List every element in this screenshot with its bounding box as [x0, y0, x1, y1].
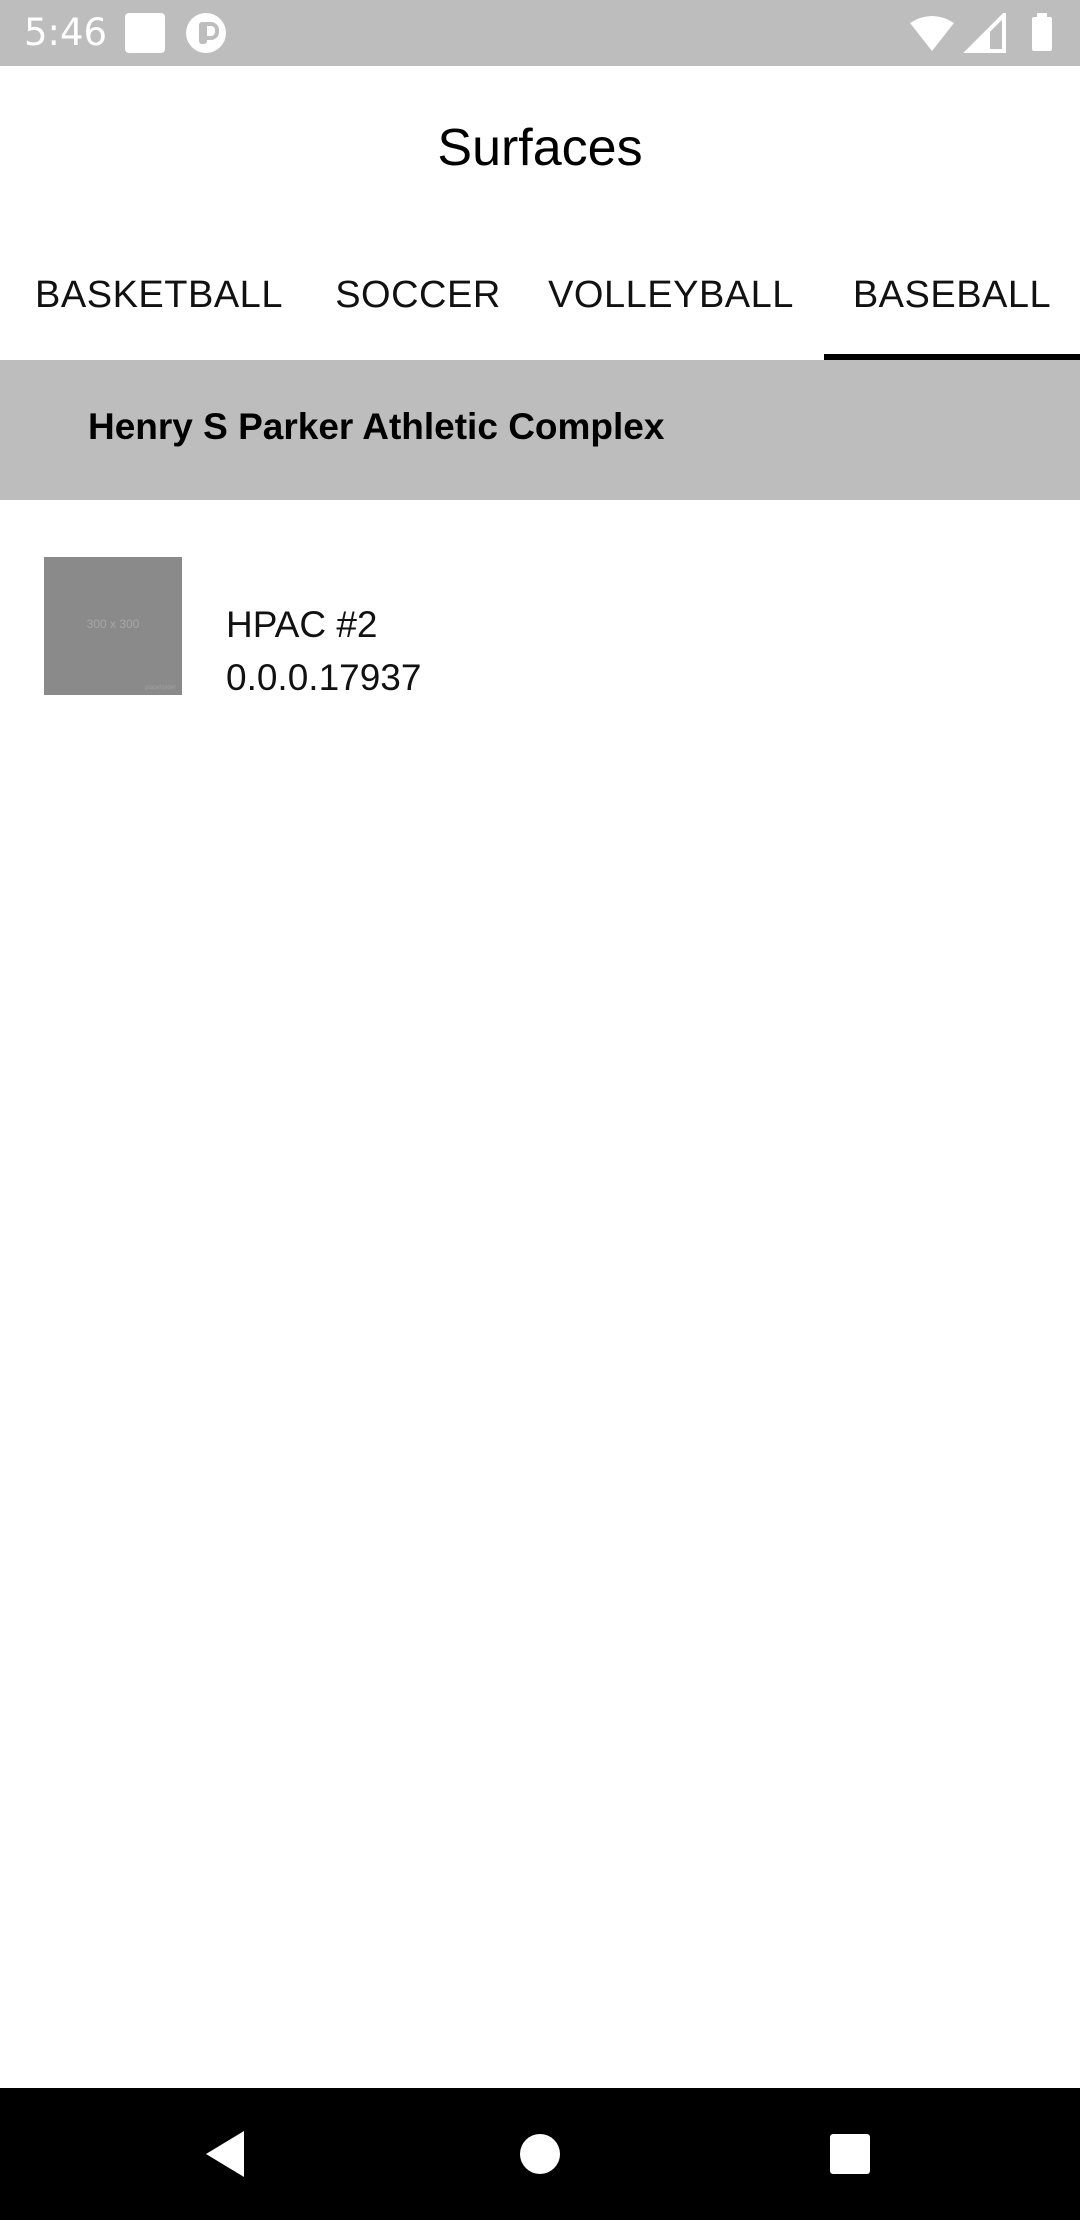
section-header: Henry S Parker Athletic Complex	[0, 360, 1080, 500]
list-item[interactable]: 300 x 300 placeholder HPAC #2 0.0.0.1793…	[0, 500, 1080, 700]
thumbnail-placeholder-text: 300 x 300	[86, 617, 140, 631]
back-button[interactable]	[156, 2088, 296, 2220]
tab-basketball[interactable]: BASKETBALL	[0, 230, 318, 360]
signal-icon	[963, 13, 1006, 53]
notification-square-icon	[125, 13, 165, 53]
status-time: 5:46	[24, 11, 108, 54]
surface-name: HPAC #2	[226, 604, 378, 645]
tab-label: BASKETBALL	[35, 273, 283, 316]
surface-id: 0.0.0.17937	[226, 657, 422, 698]
battery-icon	[1032, 13, 1052, 51]
status-icons	[910, 13, 1052, 53]
section-title: Henry S Parker Athletic Complex	[88, 406, 665, 447]
tab-volleyball[interactable]: VOLLEYBALL	[518, 230, 824, 360]
tab-bar: BASKETBALL SOCCER VOLLEYBALL BASEBALL	[0, 230, 1080, 360]
app-notification-icon	[186, 13, 226, 53]
status-bar: 5:46	[0, 0, 1080, 66]
navigation-bar	[0, 2088, 1080, 2220]
recents-button[interactable]	[780, 2088, 920, 2220]
tab-label: SOCCER	[335, 273, 501, 316]
home-button[interactable]	[470, 2088, 610, 2220]
surface-thumbnail: 300 x 300 placeholder	[44, 557, 182, 695]
tab-label: VOLLEYBALL	[548, 273, 794, 316]
back-icon	[206, 2131, 244, 2177]
tab-baseball[interactable]: BASEBALL	[824, 230, 1080, 360]
thumbnail-placeholder-subtext: placeholder	[144, 685, 176, 691]
tab-soccer[interactable]: SOCCER	[318, 230, 518, 360]
home-icon	[520, 2134, 560, 2174]
page-title: Surfaces	[437, 119, 643, 177]
wifi-icon	[910, 16, 954, 51]
recents-icon	[830, 2134, 870, 2174]
tab-label: BASEBALL	[852, 273, 1052, 316]
